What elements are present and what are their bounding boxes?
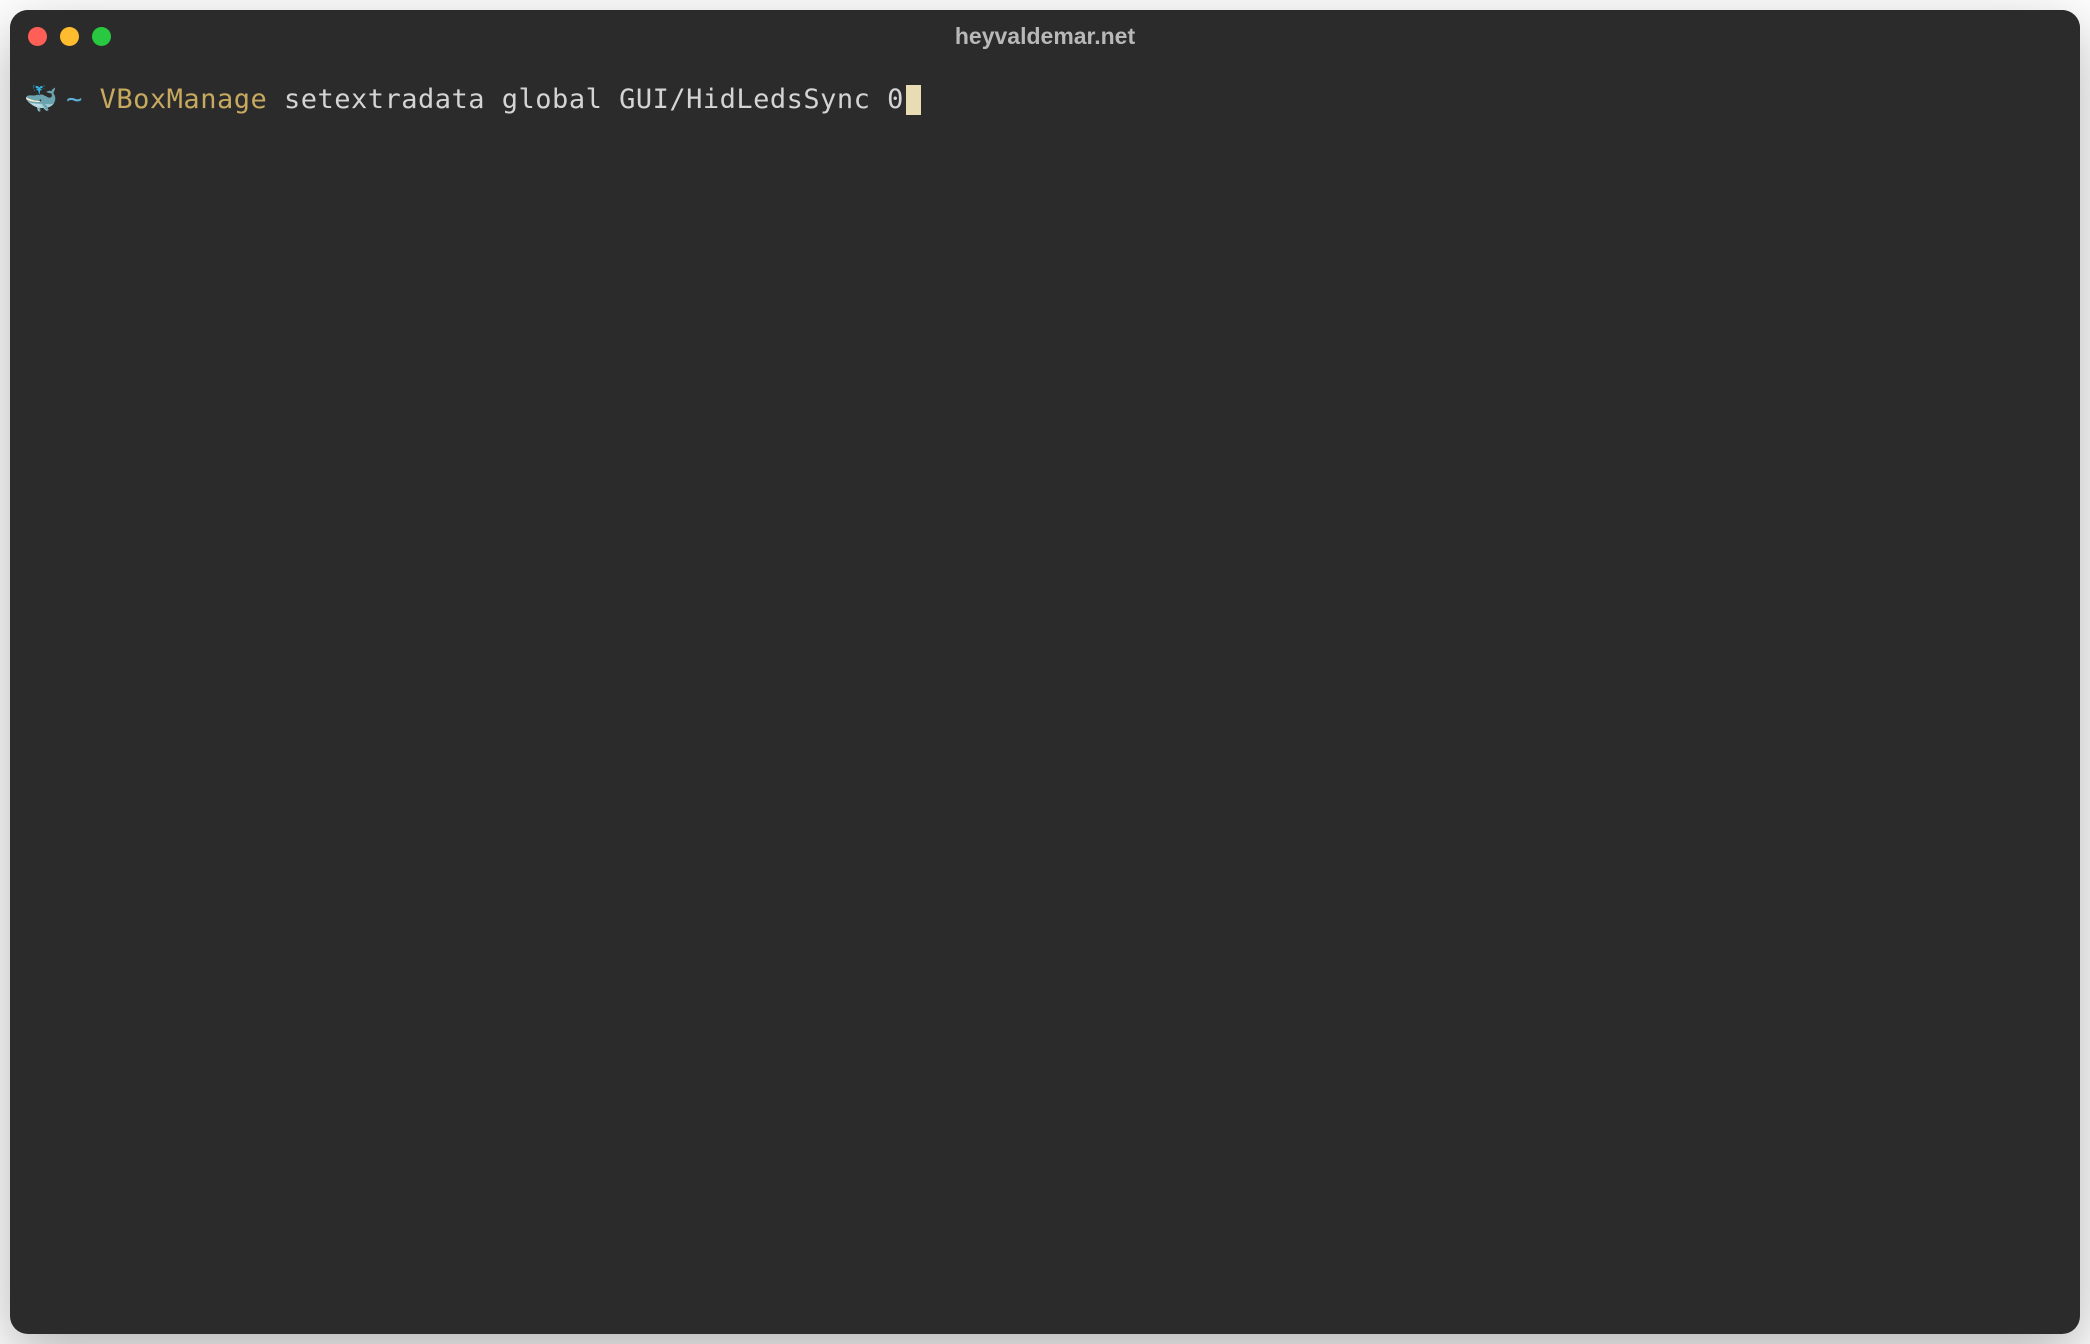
traffic-lights bbox=[28, 27, 111, 46]
prompt-line: 🐳 ~ VBoxManage setextradata global GUI/H… bbox=[24, 80, 2066, 121]
command-name: VBoxManage bbox=[100, 80, 268, 121]
close-icon[interactable] bbox=[28, 27, 47, 46]
titlebar: heyvaldemar.net bbox=[10, 10, 2080, 62]
window-title: heyvaldemar.net bbox=[955, 23, 1135, 50]
minimize-icon[interactable] bbox=[60, 27, 79, 46]
prompt-path: ~ bbox=[66, 80, 83, 121]
command-args: setextradata global GUI/HidLedsSync 0 bbox=[267, 80, 904, 121]
maximize-icon[interactable] bbox=[92, 27, 111, 46]
whale-icon: 🐳 bbox=[24, 80, 58, 121]
cursor-icon bbox=[906, 85, 921, 115]
terminal-body[interactable]: 🐳 ~ VBoxManage setextradata global GUI/H… bbox=[10, 62, 2080, 1334]
terminal-window: heyvaldemar.net 🐳 ~ VBoxManage setextrad… bbox=[10, 10, 2080, 1334]
